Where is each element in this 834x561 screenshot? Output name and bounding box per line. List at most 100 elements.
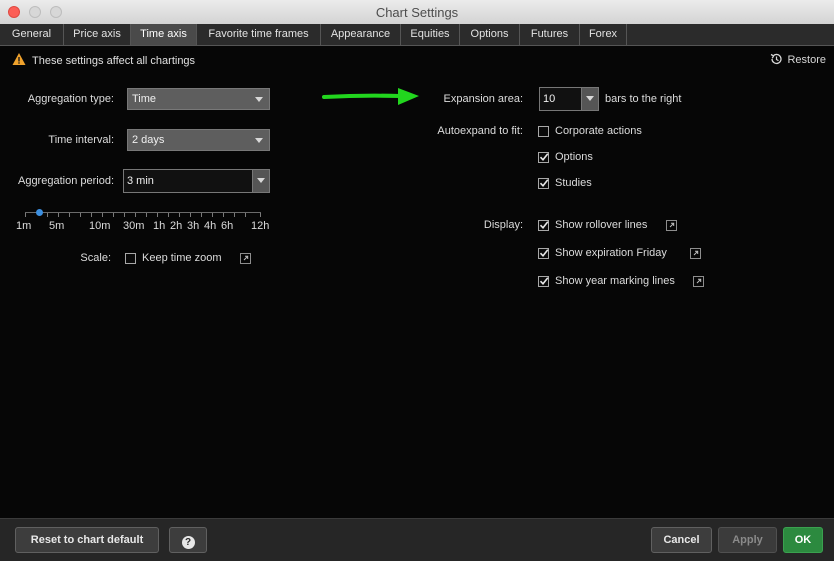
- chevron-down-icon: [586, 96, 594, 101]
- slider-tick: [212, 213, 213, 217]
- tab-bar: General Price axis Time axis Favorite ti…: [0, 24, 834, 46]
- slider-label-10m: 10m: [89, 220, 111, 232]
- expansion-area-label: Expansion area:: [443, 93, 524, 105]
- external-link-icon[interactable]: [690, 248, 701, 259]
- external-link-icon[interactable]: [693, 276, 704, 287]
- checkmark-icon: [539, 249, 549, 258]
- help-button[interactable]: ?: [169, 527, 207, 553]
- corporate-actions-label: Corporate actions: [555, 125, 642, 137]
- tab-favorite-time-frames[interactable]: Favorite time frames: [197, 24, 321, 45]
- slider-label-30m: 30m: [123, 220, 145, 232]
- chevron-down-icon: [255, 138, 263, 143]
- slider-label-6h: 6h: [221, 220, 234, 232]
- slider-label-1m: 1m: [16, 220, 32, 232]
- studies-checkbox[interactable]: [538, 178, 549, 189]
- show-rollover-lines-checkbox[interactable]: [538, 220, 549, 231]
- slider-tick: [135, 213, 136, 217]
- display-label: Display:: [483, 219, 523, 231]
- slider-tick: [91, 213, 92, 217]
- slider-tick: [124, 213, 125, 217]
- expansion-area-value: 10: [543, 93, 556, 105]
- corporate-actions-checkbox[interactable]: [538, 126, 549, 137]
- settings-notice: These settings affect all chartings: [12, 52, 195, 68]
- aggregation-type-dropdown[interactable]: Time: [127, 88, 270, 110]
- checkmark-icon: [539, 153, 549, 162]
- show-year-marking-lines-label: Show year marking lines: [555, 275, 675, 287]
- slider-label-3h: 3h: [187, 220, 200, 232]
- options-checkbox[interactable]: [538, 152, 549, 163]
- tab-equities[interactable]: Equities: [401, 24, 460, 45]
- dialog-footer: Reset to chart default ? Cancel Apply OK: [0, 518, 834, 561]
- keep-time-zoom-checkbox[interactable]: [125, 253, 136, 264]
- expansion-area-combo[interactable]: 10: [539, 87, 599, 111]
- aggregation-period-slider-track[interactable]: [25, 212, 261, 213]
- expansion-area-suffix: bars to the right: [605, 93, 682, 105]
- slider-tick: [234, 213, 235, 217]
- slider-tick: [201, 213, 202, 217]
- aggregation-period-dropdown-button[interactable]: [252, 170, 269, 192]
- slider-tick: [58, 213, 59, 217]
- slider-thumb[interactable]: [36, 209, 43, 216]
- window-titlebar: Chart Settings: [0, 0, 834, 25]
- chevron-down-icon: [257, 178, 265, 183]
- slider-tick: [80, 213, 81, 217]
- slider-label-5m: 5m: [49, 220, 65, 232]
- window-title: Chart Settings: [375, 5, 459, 20]
- slider-label-1h: 1h: [153, 220, 166, 232]
- restore-icon: [771, 53, 783, 65]
- slider-tick: [146, 213, 147, 217]
- show-year-marking-lines-checkbox[interactable]: [538, 276, 549, 287]
- external-link-icon[interactable]: [666, 220, 677, 231]
- tab-futures[interactable]: Futures: [520, 24, 580, 45]
- checkmark-icon: [539, 277, 549, 286]
- slider-tick: [113, 213, 114, 217]
- ok-button[interactable]: OK: [783, 527, 823, 553]
- slider-label-2h: 2h: [170, 220, 183, 232]
- time-interval-value: 2 days: [132, 134, 165, 146]
- slider-tick: [190, 213, 191, 217]
- tab-options[interactable]: Options: [460, 24, 520, 45]
- aggregation-type-value: Time: [132, 93, 157, 105]
- expansion-area-dropdown-button[interactable]: [581, 88, 598, 110]
- tab-appearance[interactable]: Appearance: [321, 24, 401, 45]
- slider-tick: [69, 213, 70, 217]
- checkmark-icon: [539, 221, 549, 230]
- slider-tick: [47, 213, 48, 217]
- tab-forex[interactable]: Forex: [580, 24, 627, 45]
- tab-price-axis[interactable]: Price axis: [64, 24, 131, 45]
- restore-label: Restore: [787, 54, 826, 66]
- autoexpand-label: Autoexpand to fit:: [437, 125, 523, 137]
- options-label: Options: [555, 151, 593, 163]
- slider-tick: [25, 213, 26, 217]
- show-expiration-friday-label: Show expiration Friday: [555, 247, 667, 259]
- aggregation-period-value: 3 min: [127, 175, 154, 187]
- aggregation-period-label: Aggregation period:: [17, 175, 114, 187]
- settings-panel: These settings affect all chartings Rest…: [0, 46, 834, 518]
- show-rollover-lines-label: Show rollover lines: [555, 219, 648, 231]
- notice-text: These settings affect all chartings: [32, 55, 196, 67]
- slider-tick: [223, 213, 224, 217]
- aggregation-type-label: Aggregation type:: [27, 93, 114, 105]
- external-link-icon[interactable]: [240, 253, 251, 264]
- restore-button[interactable]: Restore: [769, 52, 826, 68]
- scale-label: Scale:: [80, 252, 111, 264]
- keep-time-zoom-label: Keep time zoom: [142, 252, 222, 264]
- show-expiration-friday-checkbox[interactable]: [538, 248, 549, 259]
- apply-button[interactable]: Apply: [718, 527, 777, 553]
- aggregation-period-combo[interactable]: 3 min: [123, 169, 270, 193]
- slider-label-4h: 4h: [204, 220, 217, 232]
- slider-label-12h: 12h: [251, 220, 270, 232]
- slider-tick: [179, 213, 180, 217]
- warning-icon: [12, 53, 26, 65]
- tab-time-axis[interactable]: Time axis: [131, 24, 197, 45]
- help-icon: ?: [181, 536, 195, 549]
- cancel-button[interactable]: Cancel: [651, 527, 712, 553]
- reset-to-chart-default-button[interactable]: Reset to chart default: [15, 527, 159, 553]
- tab-general[interactable]: General: [0, 24, 64, 45]
- checkmark-icon: [539, 179, 549, 188]
- slider-tick: [260, 213, 261, 217]
- studies-label: Studies: [555, 177, 592, 189]
- slider-tick: [245, 213, 246, 217]
- time-interval-dropdown[interactable]: 2 days: [127, 129, 270, 151]
- time-interval-label: Time interval:: [48, 134, 114, 146]
